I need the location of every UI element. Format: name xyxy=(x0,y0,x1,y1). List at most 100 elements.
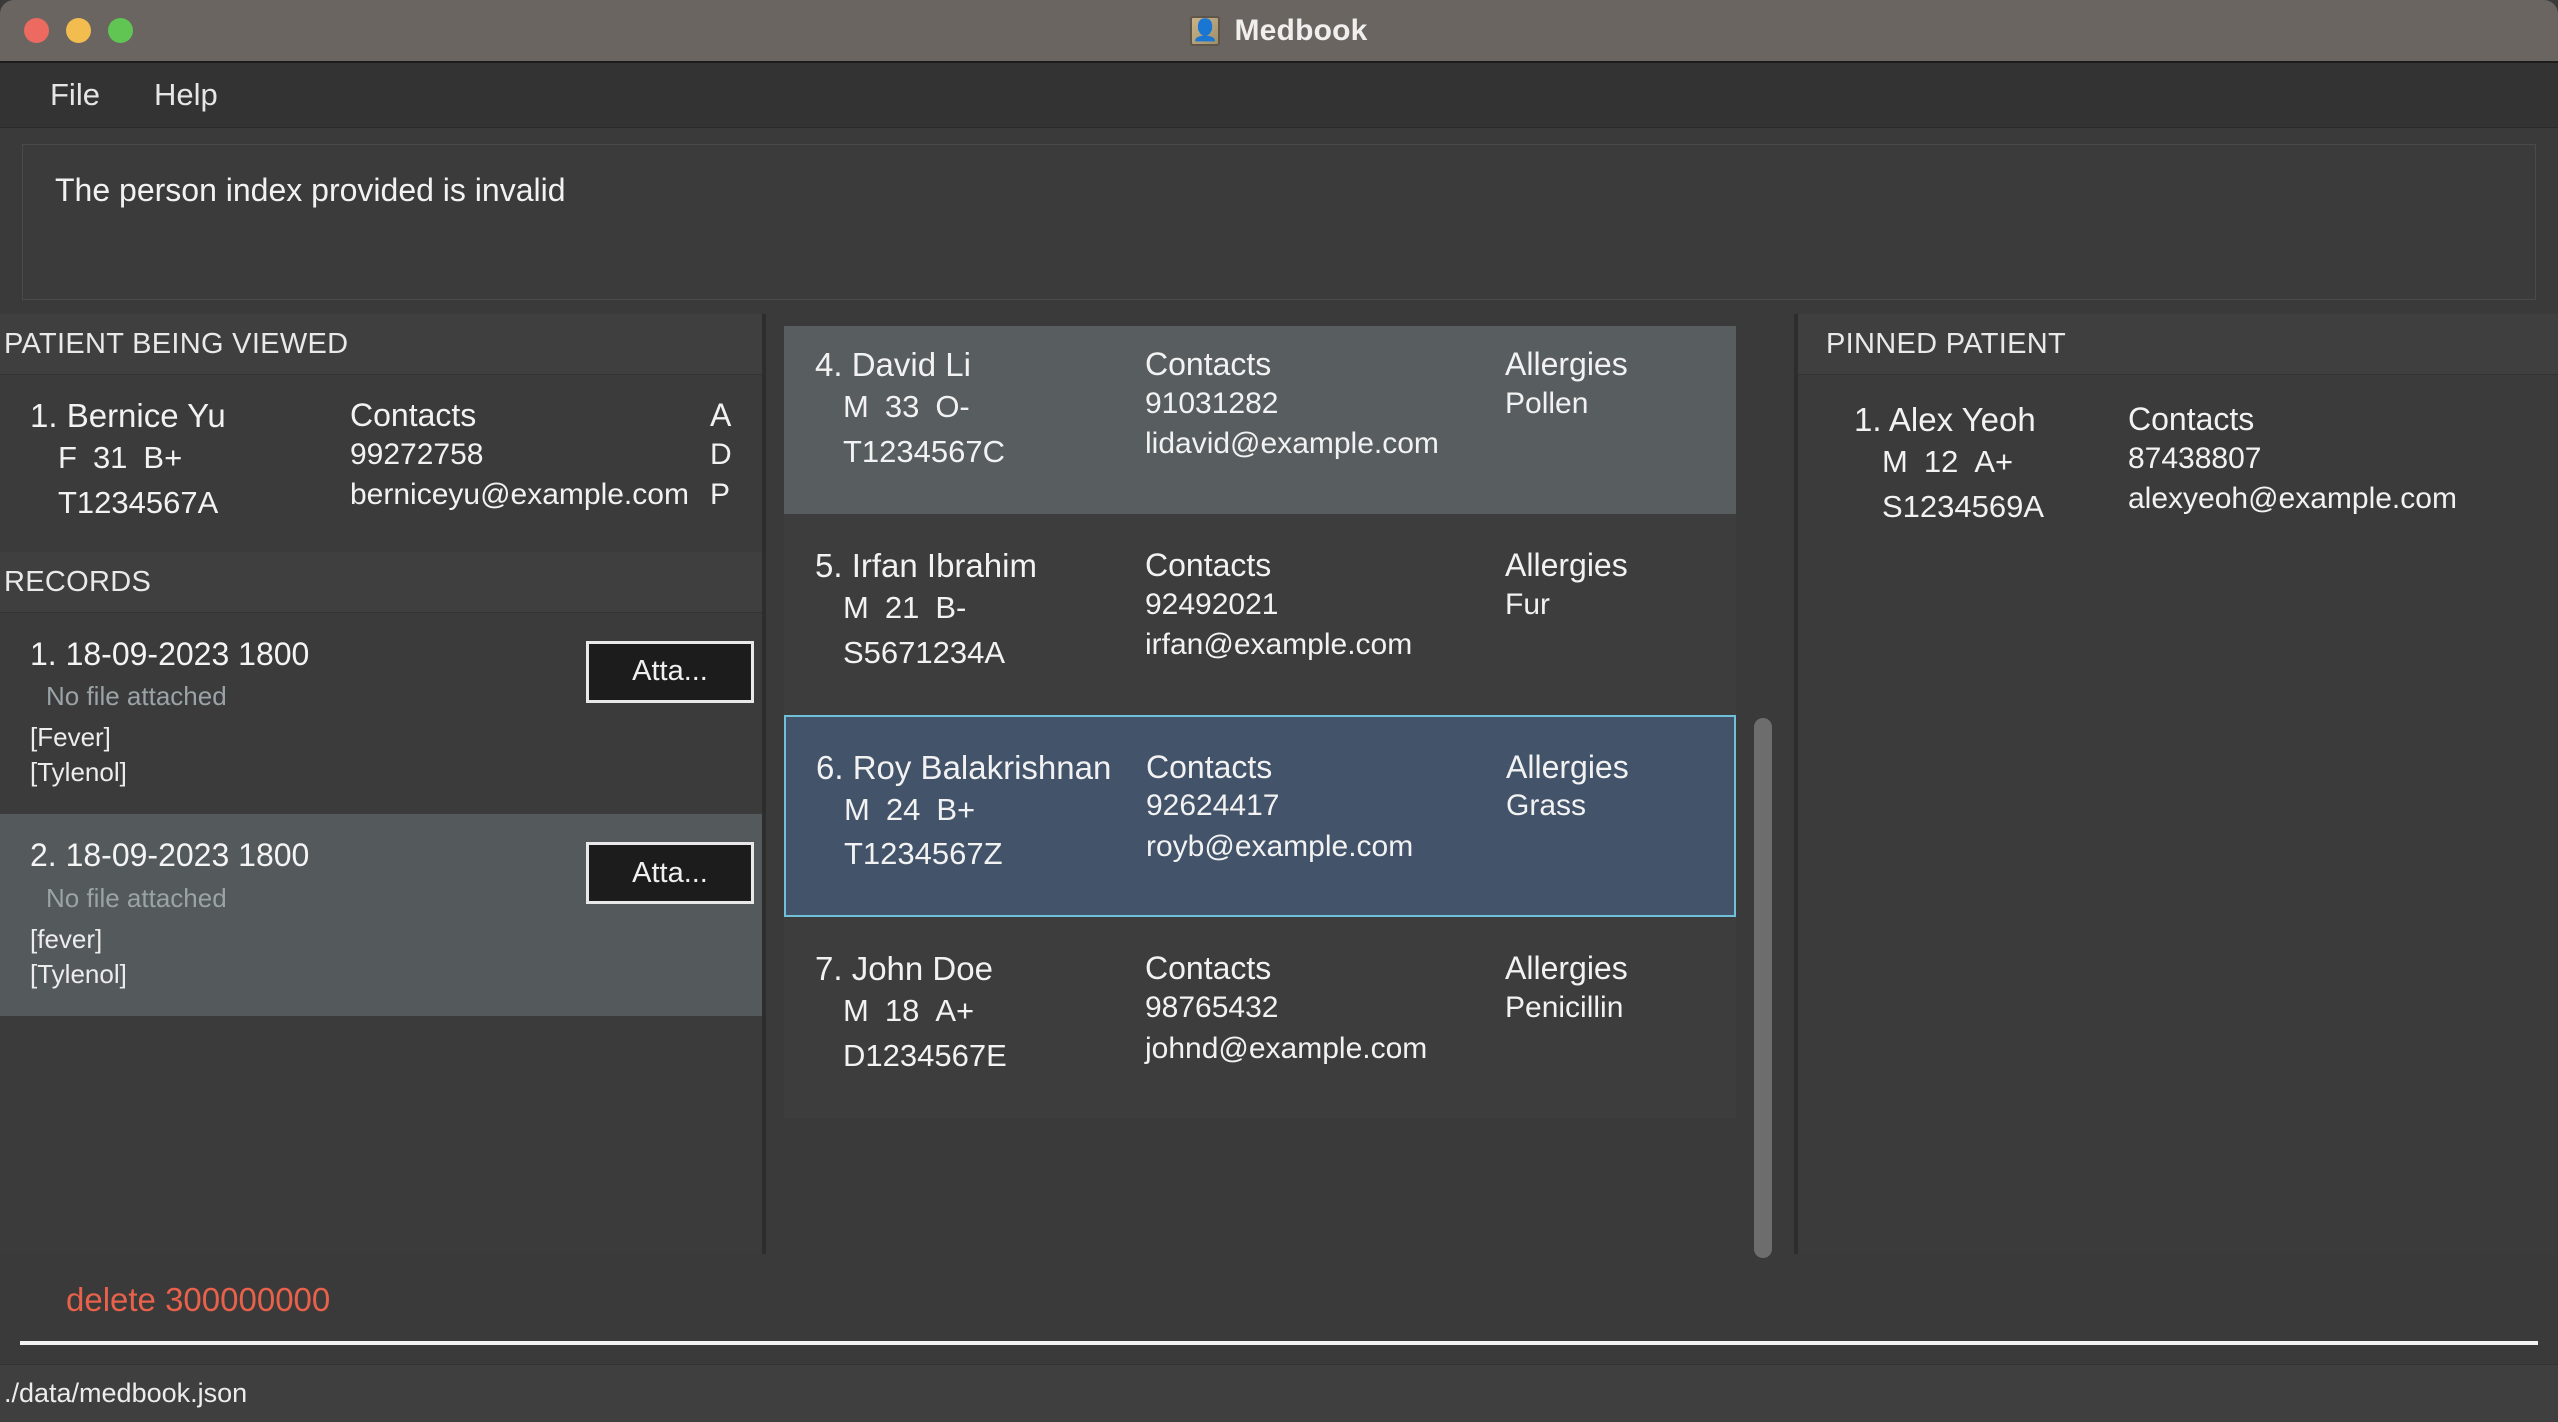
person-list: S7654321A charlotte@example.com 4. David xyxy=(784,326,1736,1119)
person-index: 6. xyxy=(816,748,844,786)
person-gender: M xyxy=(843,388,869,424)
command-box-wrapper: delete 300000000 xyxy=(0,1254,2558,1364)
viewed-allergies-heading-clipped: A xyxy=(710,397,732,433)
menu-item-help[interactable]: Help xyxy=(132,71,240,119)
pinned-patient-header: PINNED PATIENT xyxy=(1798,314,2558,375)
person-name: John Doe xyxy=(851,950,993,988)
person-contacts: Contacts 92624417 royb@example.com xyxy=(1146,749,1506,878)
viewed-allergy-1-clipped: D xyxy=(710,437,732,471)
person-demographics: M 18 A+ xyxy=(815,989,1145,1034)
pinned-index: 1. xyxy=(1854,401,1882,438)
person-name: Roy Balakrishnan xyxy=(852,748,1112,786)
command-input[interactable]: delete 300000000 xyxy=(66,1281,2538,1319)
records-list: 1. 18-09-2023 1800 No file attached [Fev… xyxy=(0,612,762,1254)
record-condition: [Fever] xyxy=(30,722,111,753)
person-blood-type: B- xyxy=(935,589,967,625)
left-panel: PATIENT BEING VIEWED 1. Bernice Yu F 31 B+… xyxy=(0,314,766,1254)
pinned-blood-type: A+ xyxy=(1974,443,2014,479)
viewed-patient-gender: F xyxy=(58,439,77,475)
record-row[interactable]: 2. 18-09-2023 1800 No file attached [fev… xyxy=(0,814,762,1016)
person-email: royb@example.com xyxy=(1146,829,1414,863)
record-row[interactable]: 1. 18-09-2023 1800 No file attached [Fev… xyxy=(0,613,762,814)
viewed-patient-phone: 99272758 xyxy=(350,437,484,471)
person-contacts: Contacts 98765432 johnd@example.com xyxy=(1145,950,1505,1079)
person-age: 24 xyxy=(885,791,921,827)
pinned-patient-body: 1. Alex Yeoh M 12 A+ S1234569A Contacts 87… xyxy=(1798,375,2558,556)
viewed-patient-name-line: 1. Bernice Yu xyxy=(30,397,350,436)
attach-file-button[interactable]: Atta... xyxy=(586,842,754,905)
record-condition: [fever] xyxy=(30,923,103,954)
viewed-patient-identity: 1. Bernice Yu F 31 B+ T1234567A xyxy=(0,397,350,526)
person-phone: 98765432 xyxy=(1145,991,1279,1025)
person-demographics: M 21 B- xyxy=(815,586,1145,631)
pinned-nric: S1234569A xyxy=(1882,488,2045,524)
person-gender: M xyxy=(843,589,869,625)
address-book-icon: 👤 xyxy=(1190,15,1221,46)
record-title-line: 2. 18-09-2023 1800 xyxy=(30,836,586,874)
person-gender: M xyxy=(844,791,870,827)
main-content: PATIENT BEING VIEWED 1. Bernice Yu F 31 B+… xyxy=(0,314,2558,1258)
result-display-wrapper: The person index provided is invalid xyxy=(0,128,2558,314)
record-attachment-status: No file attached xyxy=(46,681,227,712)
list-item-selected[interactable]: 6. Roy Balakrishnan M 24 B+ T1234567Z Cont… xyxy=(784,714,1736,918)
pinned-contacts-heading: Contacts xyxy=(2128,401,2255,437)
person-email: lidavid@example.com xyxy=(1145,427,1439,461)
records-header: RECORDS xyxy=(0,551,762,613)
person-name-line: 6. Roy Balakrishnan xyxy=(816,749,1146,788)
list-item[interactable]: 4. David Li M 33 O- T1234567C Contacts 910… xyxy=(784,326,1736,514)
allergies-heading: Allergies xyxy=(1506,748,1629,785)
person-nric: D1234567E xyxy=(843,1038,1007,1074)
person-nric: S5671234A xyxy=(843,634,1006,670)
person-identity: 5. Irfan Ibrahim M 21 B- S5671234A xyxy=(785,547,1145,676)
menu-item-file[interactable]: File xyxy=(28,71,122,119)
pinned-patient-card[interactable]: 1. Alex Yeoh M 12 A+ S1234569A Contacts 87… xyxy=(1798,375,2558,556)
person-index: 4. xyxy=(815,345,843,383)
contacts-heading: Contacts xyxy=(1145,345,1272,382)
pinned-demographics: M 12 A+ xyxy=(1854,440,2128,485)
viewed-allergy-2-clipped: P xyxy=(710,478,731,512)
person-email: johnd@example.com xyxy=(1145,1031,1428,1065)
allergies-heading: Allergies xyxy=(1505,345,1628,382)
allergies-heading: Allergies xyxy=(1505,546,1628,583)
record-medication: [Tylenol] xyxy=(30,757,127,788)
person-allergies: Allergies Fur xyxy=(1505,547,1735,676)
attach-file-button[interactable]: Atta... xyxy=(586,640,754,703)
record-medication: [Tylenol] xyxy=(30,958,127,989)
person-contacts: Contacts 91031282 lidavid@example.com xyxy=(1145,346,1505,475)
person-allergies: Allergies Grass xyxy=(1506,749,1734,878)
command-box[interactable]: delete 300000000 xyxy=(20,1273,2538,1345)
record-details: 2. 18-09-2023 1800 No file attached [fev… xyxy=(0,836,586,989)
viewed-patient-name: Bernice Yu xyxy=(66,397,226,434)
minimize-window-button[interactable] xyxy=(66,18,91,43)
scrollbar-thumb[interactable] xyxy=(1754,718,1772,1258)
menu-bar: File Help xyxy=(0,63,2558,128)
person-phone: 92624417 xyxy=(1146,789,1280,823)
app-window: 👤 Medbook File Help The person index pro… xyxy=(0,0,2558,1422)
person-index: 5. xyxy=(815,546,843,584)
list-item[interactable]: 7. John Doe M 18 A+ D1234567E Contacts 987… xyxy=(784,917,1736,1119)
list-item[interactable]: 5. Irfan Ibrahim M 21 B- S5671234A Contact… xyxy=(784,513,1736,715)
person-list-scrollbar[interactable] xyxy=(1750,326,1776,1258)
person-age: 21 xyxy=(884,589,920,625)
person-allergy: Penicillin xyxy=(1505,991,1624,1025)
record-attachment-status: No file attached xyxy=(46,882,227,913)
contacts-heading: Contacts xyxy=(1145,546,1272,583)
viewed-patient-nric: T1234567A xyxy=(58,484,219,520)
record-index: 2. xyxy=(30,837,57,874)
center-panel: S7654321A charlotte@example.com 4. David xyxy=(766,314,1798,1258)
person-blood-type: O- xyxy=(935,388,970,424)
contacts-heading: Contacts xyxy=(1146,748,1273,785)
person-gender: M xyxy=(843,993,869,1029)
result-message: The person index provided is invalid xyxy=(55,172,566,208)
person-age: 33 xyxy=(884,388,920,424)
person-allergies: Allergies Pollen xyxy=(1505,346,1735,475)
person-name: Irfan Ibrahim xyxy=(851,546,1037,584)
person-identity: 6. Roy Balakrishnan M 24 B+ T1234567Z xyxy=(786,749,1146,878)
person-phone: 91031282 xyxy=(1145,386,1279,420)
viewed-patient-card[interactable]: 1. Bernice Yu F 31 B+ T1234567A Contacts 9… xyxy=(0,375,762,552)
maximize-window-button[interactable] xyxy=(108,18,133,43)
close-window-button[interactable] xyxy=(24,18,49,43)
traffic-light-buttons xyxy=(24,18,133,43)
person-allergy: Grass xyxy=(1506,789,1587,823)
person-name: David Li xyxy=(851,345,971,383)
